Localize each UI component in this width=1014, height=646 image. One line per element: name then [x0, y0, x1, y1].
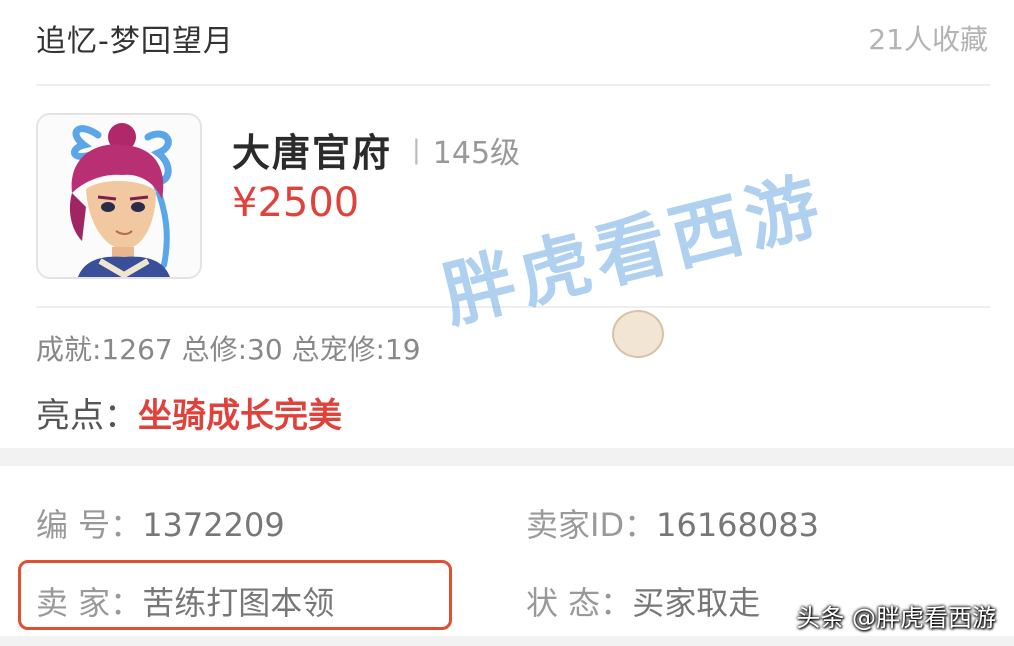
divider: [36, 84, 990, 86]
seller-row: 卖 家：苦练打图本领: [36, 578, 334, 624]
credit-overlay: 头条 @胖虎看西游: [796, 604, 996, 632]
bottom-separator: [0, 636, 1014, 646]
school-name: 大唐官府: [232, 131, 393, 175]
character-title: 大唐官府 | 145级: [232, 122, 520, 177]
section-separator: [0, 448, 1014, 466]
serial-row: 编 号：1372209: [36, 500, 285, 546]
listing-header: 追忆-梦回望月 21人收藏: [0, 0, 1014, 84]
character-portrait-icon: [38, 115, 200, 277]
highlight-value: 坐骑成长完美: [138, 396, 342, 436]
character-level: 145级: [432, 135, 521, 171]
seller-id-value: 16168083: [656, 506, 819, 544]
highlight-label: 亮点：: [36, 396, 138, 436]
price: ¥2500: [232, 180, 360, 226]
character-avatar[interactable]: [36, 113, 202, 279]
highlight-line: 亮点：坐骑成长完美: [36, 388, 342, 437]
status-row: 状 态：买家取走: [526, 578, 760, 624]
status-value: 买家取走: [632, 584, 761, 622]
watermark-face-icon: [612, 310, 664, 358]
server-name: 追忆-梦回望月: [36, 24, 234, 59]
seller-value[interactable]: 苦练打图本领: [142, 584, 334, 622]
serial-label: 编 号：: [36, 506, 143, 544]
status-label: 状 态：: [526, 584, 633, 622]
seller-label: 卖 家：: [36, 584, 143, 622]
serial-value: 1372209: [142, 506, 285, 544]
seller-id-row: 卖家ID：16168083: [526, 500, 819, 546]
favorites-count[interactable]: 21人收藏: [868, 18, 988, 58]
stats-line: 成就:1267 总修:30 总宠修:19: [36, 333, 421, 366]
seller-id-label: 卖家ID：: [526, 506, 657, 544]
title-separator: |: [412, 134, 421, 165]
